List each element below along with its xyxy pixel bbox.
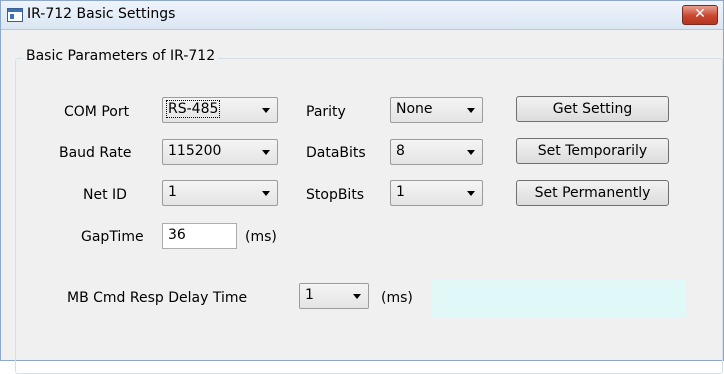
client-area: Basic Parameters of IR-712 COM Port RS-4… bbox=[1, 30, 723, 374]
mb-delay-select[interactable]: 1 bbox=[299, 283, 369, 309]
baud-rate-value: 115200 bbox=[168, 143, 222, 159]
net-id-select[interactable]: 1 bbox=[162, 180, 278, 206]
app-window-icon bbox=[7, 8, 23, 22]
gaptime-value: 36 bbox=[168, 227, 186, 243]
stopbits-value: 1 bbox=[396, 184, 405, 200]
dropdown-arrow-icon bbox=[262, 108, 270, 113]
mb-delay-label: MB Cmd Resp Delay Time bbox=[67, 290, 248, 306]
parity-select[interactable]: None bbox=[390, 97, 483, 123]
com-port-value: RS-485 bbox=[165, 100, 221, 118]
stopbits-select[interactable]: 1 bbox=[390, 180, 483, 206]
group-title: Basic Parameters of IR-712 bbox=[23, 48, 219, 64]
dropdown-arrow-icon bbox=[467, 150, 475, 155]
close-button[interactable]: ✕ bbox=[682, 5, 718, 25]
settings-window: IR-712 Basic Settings ✕ Basic Parameters… bbox=[0, 0, 724, 374]
databits-value: 8 bbox=[396, 143, 405, 159]
dropdown-arrow-icon bbox=[353, 294, 361, 299]
close-icon[interactable]: ✕ bbox=[694, 6, 706, 22]
net-id-label: Net ID bbox=[83, 187, 127, 203]
mb-delay-unit: (ms) bbox=[381, 290, 413, 306]
gaptime-label: GapTime bbox=[81, 229, 144, 245]
set-temporarily-button[interactable]: Set Temporarily bbox=[516, 138, 669, 164]
window-title: IR-712 Basic Settings bbox=[27, 6, 176, 22]
get-setting-button[interactable]: Get Setting bbox=[516, 96, 669, 122]
status-display bbox=[432, 279, 685, 318]
title-bar[interactable]: IR-712 Basic Settings ✕ bbox=[1, 1, 723, 30]
mb-delay-value: 1 bbox=[305, 287, 314, 303]
com-port-label: COM Port bbox=[64, 104, 130, 120]
parity-value: None bbox=[396, 101, 433, 117]
baud-rate-label: Baud Rate bbox=[59, 145, 132, 161]
gaptime-input[interactable]: 36 bbox=[162, 223, 237, 249]
dropdown-arrow-icon bbox=[262, 150, 270, 155]
net-id-value: 1 bbox=[168, 184, 177, 200]
dropdown-arrow-icon bbox=[467, 191, 475, 196]
gaptime-unit: (ms) bbox=[245, 229, 277, 245]
databits-select[interactable]: 8 bbox=[390, 139, 483, 165]
set-permanently-button[interactable]: Set Permanently bbox=[516, 180, 669, 206]
com-port-select[interactable]: RS-485 bbox=[162, 97, 278, 123]
databits-label: DataBits bbox=[306, 145, 366, 161]
dropdown-arrow-icon bbox=[262, 191, 270, 196]
stopbits-label: StopBits bbox=[306, 187, 365, 203]
baud-rate-select[interactable]: 115200 bbox=[162, 139, 278, 165]
parity-label: Parity bbox=[306, 104, 346, 120]
dropdown-arrow-icon bbox=[467, 108, 475, 113]
